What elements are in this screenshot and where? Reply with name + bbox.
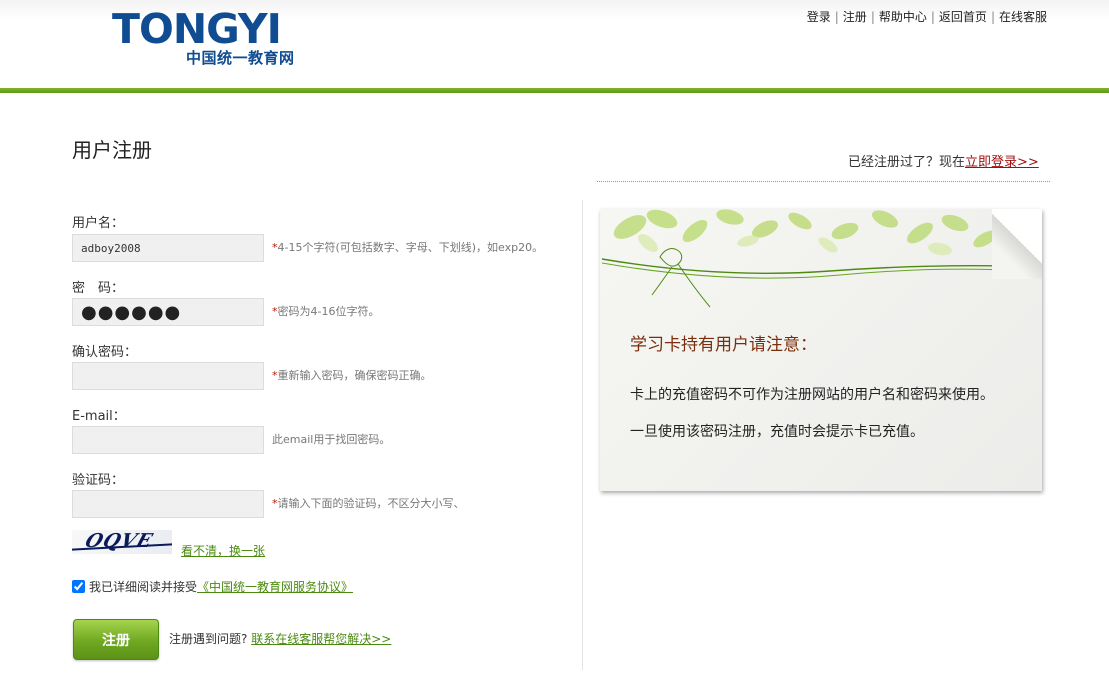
notice-card: 学习卡持有用户请注意： 卡上的充值密码不可作为注册网站的用户名和密码来使用。 一… bbox=[600, 209, 1042, 491]
nav-register-link[interactable]: 注册 bbox=[843, 10, 867, 24]
nav-help-link[interactable]: 帮助中心 bbox=[879, 10, 927, 24]
username-hint-text: 4-15个字符(可包括数字、字母、下划线)，如exp20。 bbox=[277, 241, 544, 254]
captcha-label: 验证码： bbox=[72, 473, 125, 488]
agreement-row: 我已详细阅读并接受《中国统一教育网服务协议》 bbox=[72, 578, 353, 595]
login-now-link[interactable]: 立即登录>> bbox=[965, 155, 1039, 170]
site-logo[interactable]: TONGYI 中国统一教育网 bbox=[112, 8, 342, 70]
username-label: 用户名： bbox=[72, 216, 125, 231]
confirm-password-input[interactable] bbox=[72, 362, 264, 390]
nav-separator: | bbox=[930, 10, 935, 24]
confirm-password-label: 确认密码： bbox=[72, 345, 138, 360]
notice-title: 学习卡持有用户请注意： bbox=[630, 335, 817, 355]
header-divider-bar bbox=[0, 88, 1109, 93]
register-submit-button[interactable]: 注册 bbox=[73, 619, 159, 660]
nav-home-link[interactable]: 返回首页 bbox=[939, 10, 987, 24]
nav-separator: | bbox=[990, 10, 995, 24]
notice-line-1: 卡上的充值密码不可作为注册网站的用户名和密码来使用。 bbox=[630, 387, 994, 403]
password-hint: *密码为4-16位字符。 bbox=[272, 303, 379, 319]
notice-line-2: 一旦使用该密码注册，充值时会提示卡已充值。 bbox=[630, 424, 924, 440]
nav-separator: | bbox=[834, 10, 839, 24]
password-input[interactable] bbox=[72, 298, 264, 326]
password-label: 密 码： bbox=[72, 281, 125, 296]
page-title: 用户注册 bbox=[72, 138, 152, 162]
captcha-input[interactable] bbox=[72, 490, 264, 518]
username-input[interactable] bbox=[72, 234, 264, 262]
help-text: 注册遇到问题? bbox=[169, 632, 248, 646]
column-divider bbox=[582, 200, 583, 670]
page-curl-decoration bbox=[992, 209, 1042, 279]
service-agreement-link[interactable]: 《中国统一教育网服务协议》 bbox=[197, 580, 353, 594]
login-prompt-text: 已经注册过了？现在 bbox=[848, 155, 966, 170]
email-hint: 此email用于找回密码。 bbox=[272, 433, 391, 446]
agreement-checkbox[interactable] bbox=[72, 580, 85, 593]
username-hint: *4-15个字符(可包括数字、字母、下划线)，如exp20。 bbox=[272, 239, 543, 255]
leaf-decoration bbox=[601, 209, 1041, 308]
site-header: TONGYI 中国统一教育网 登录 | 注册 | 帮助中心 | 返回首页 | 在线客服 bbox=[0, 0, 1109, 88]
confirm-password-hint-text: 重新输入密码，确保密码正确。 bbox=[277, 369, 432, 382]
email-input[interactable] bbox=[72, 426, 264, 454]
email-label: E-mail： bbox=[72, 409, 126, 424]
confirm-password-hint: *重新输入密码，确保密码正确。 bbox=[272, 367, 432, 383]
captcha-hint: *请输入下面的验证码，不区分大小写、 bbox=[272, 495, 465, 511]
captcha-refresh-link[interactable]: 看不清，换一张 bbox=[181, 542, 265, 559]
captcha-image[interactable]: OQVE bbox=[72, 530, 172, 554]
nav-separator: | bbox=[870, 10, 875, 24]
help-row: 注册遇到问题? 联系在线客服帮您解决>> bbox=[169, 630, 391, 647]
top-nav: 登录 | 注册 | 帮助中心 | 返回首页 | 在线客服 bbox=[807, 8, 1047, 25]
nav-support-link[interactable]: 在线客服 bbox=[999, 10, 1047, 24]
logo-wordmark: TONGYI bbox=[112, 5, 282, 53]
captcha-hint-text: 请输入下面的验证码，不区分大小写、 bbox=[277, 497, 465, 510]
password-hint-text: 密码为4-16位字符。 bbox=[277, 305, 380, 318]
logo-subtitle: 中国统一教育网 bbox=[186, 49, 295, 67]
nav-login-link[interactable]: 登录 bbox=[807, 10, 831, 24]
agreement-text: 我已详细阅读并接受 bbox=[89, 580, 198, 594]
login-prompt: 已经注册过了？现在立即登录>> bbox=[848, 151, 1039, 170]
dotted-divider bbox=[597, 181, 1050, 182]
contact-support-link[interactable]: 联系在线客服帮您解决>> bbox=[251, 632, 391, 646]
